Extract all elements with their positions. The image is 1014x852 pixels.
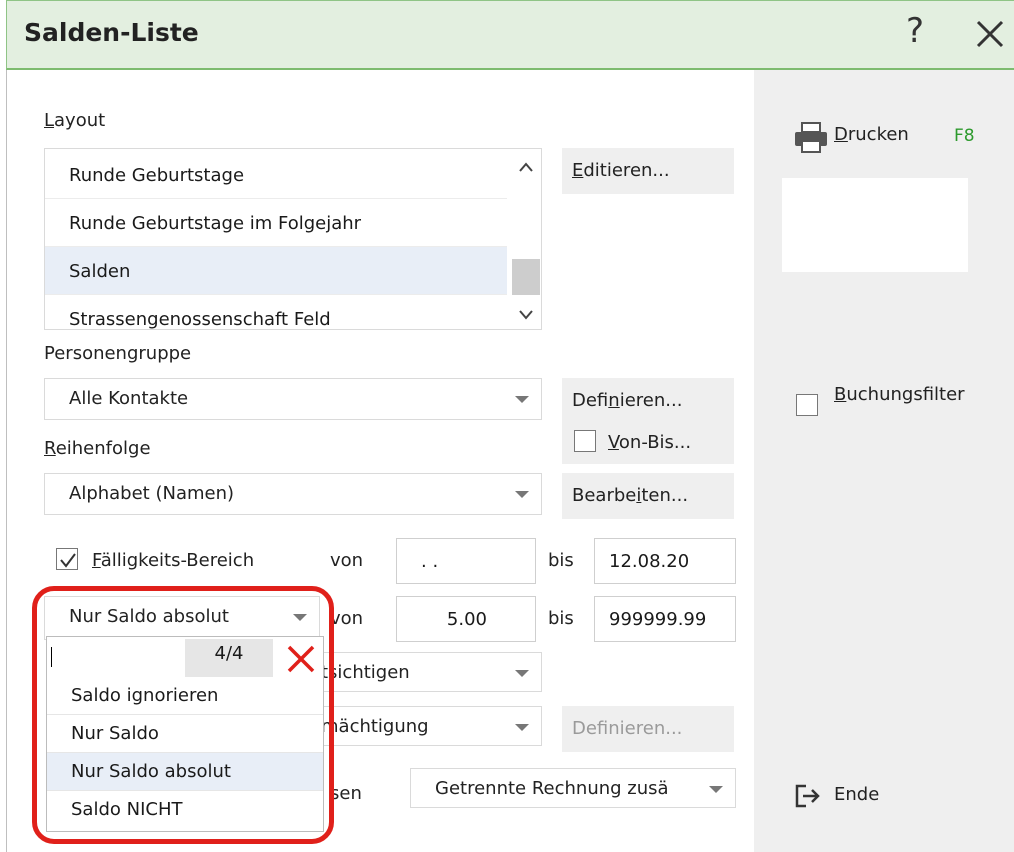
beruecksichtigen-value: tsichtigen (321, 662, 410, 683)
help-button[interactable]: ? (906, 14, 924, 48)
faelligkeit-von-label: von (330, 550, 364, 571)
print-shortcut: F8 (954, 126, 975, 146)
von-bis-group: Von-Bis... (562, 420, 734, 464)
rechnung-label: sen (330, 783, 362, 804)
reihenfolge-select[interactable]: Alphabet (Namen) (44, 473, 542, 515)
close-button[interactable] (970, 12, 1010, 52)
saldo-von-field[interactable]: 5.00 (396, 596, 536, 642)
reihenfolge-label: Reihenfolge (44, 438, 151, 459)
personengruppe-select[interactable]: Alle Kontakte (44, 378, 542, 420)
faelligkeit-checkbox[interactable] (56, 548, 78, 570)
layout-listbox[interactable]: Runde Geburtstage Runde Geburtstage im F… (44, 148, 542, 330)
chevron-down-icon (503, 474, 541, 514)
window-title: Salden-Liste (24, 18, 199, 47)
faelligkeit-label: Fälligkeits-Bereich (92, 550, 255, 571)
von-bis-label: Von-Bis... (608, 432, 692, 453)
ermaechtigung-value: mächtigung (321, 716, 429, 737)
bearbeiten-button[interactable]: Bearbeiten... (562, 473, 734, 519)
close-icon (976, 20, 1004, 48)
list-item-selected[interactable]: Salden (45, 247, 507, 295)
scroll-down-icon[interactable] (518, 309, 534, 321)
preview-box (782, 178, 968, 272)
von-bis-checkbox[interactable] (574, 430, 596, 452)
scroll-up-icon[interactable] (518, 161, 534, 173)
rechnung-value: Getrennte Rechnung zusä (435, 778, 669, 799)
checkmark-icon (60, 553, 76, 568)
ermaechtigung-select[interactable]: mächtigung (320, 706, 542, 746)
highlight-annotation (32, 586, 334, 844)
saldo-bis-label: bis (548, 608, 574, 629)
faelligkeit-bis-label: bis (548, 550, 574, 571)
definieren-disabled-button[interactable]: Definieren... (562, 706, 734, 752)
scrollbar[interactable] (509, 149, 541, 329)
end-label: Ende (834, 784, 880, 805)
layout-label: Layout (44, 110, 106, 131)
editieren-button[interactable]: Editieren... (562, 148, 734, 194)
chevron-down-icon (697, 769, 735, 807)
printer-icon (795, 122, 827, 153)
list-item[interactable]: Runde Geburtstage im Folgejahr (45, 199, 507, 247)
exit-icon (795, 784, 820, 808)
chevron-down-icon (503, 707, 541, 745)
personengruppe-label: Personengruppe (44, 343, 192, 364)
beruecksichtigen-select[interactable]: tsichtigen (320, 652, 542, 692)
chevron-down-icon (503, 653, 541, 691)
list-item[interactable]: Strassengenossenschaft Feld (45, 295, 507, 329)
reihenfolge-value: Alphabet (Namen) (69, 483, 235, 504)
faelligkeit-von-field[interactable]: . . (396, 538, 536, 584)
scrollbar-thumb[interactable] (512, 259, 540, 295)
rechnung-select[interactable]: Getrennte Rechnung zusä (410, 768, 736, 808)
personengruppe-value: Alle Kontakte (69, 388, 189, 409)
buchungsfilter-checkbox[interactable] (796, 394, 818, 416)
list-item[interactable]: Runde Geburtstage (45, 151, 507, 199)
faelligkeit-bis-field[interactable]: 12.08.20 (594, 538, 736, 584)
definieren-button[interactable]: Definieren... (562, 378, 734, 424)
saldo-von-label: von (330, 608, 364, 629)
saldo-bis-field[interactable]: 999999.99 (594, 596, 736, 642)
chevron-down-icon (503, 379, 541, 419)
buchungsfilter-label: Buchungsfilter (834, 384, 965, 405)
